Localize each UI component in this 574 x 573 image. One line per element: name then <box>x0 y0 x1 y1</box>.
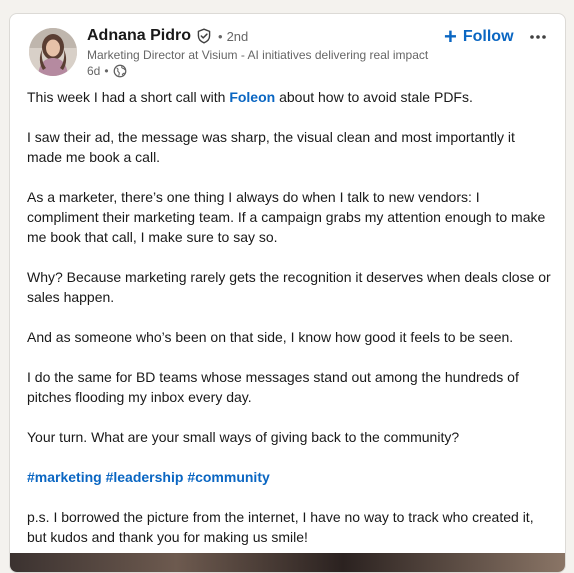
post-paragraph: As a marketer, there’s one thing I alway… <box>27 189 546 245</box>
post-paragraph: p.s. I borrowed the picture from the int… <box>27 509 534 545</box>
post-paragraph: I do the same for BD teams whose message… <box>27 369 519 405</box>
post-paragraph: I saw their ad, the message was sharp, t… <box>27 129 515 165</box>
more-options-button[interactable] <box>526 25 550 49</box>
hashtag-link[interactable]: #leadership <box>106 469 184 485</box>
company-mention-link[interactable]: Foleon <box>229 89 275 105</box>
post-text: This week I had a short call with <box>27 89 230 105</box>
post-paragraph: And as someone who’s been on that side, … <box>27 329 514 345</box>
post-paragraph: This week I had a short call with Foleon… <box>27 87 552 107</box>
post-paragraph: Your turn. What are your small ways of g… <box>27 429 460 445</box>
follow-label: Follow <box>462 28 514 45</box>
connection-degree: 2nd <box>226 28 249 44</box>
follow-button[interactable]: + Follow <box>440 26 518 48</box>
globe-icon <box>113 64 127 78</box>
author-avatar[interactable] <box>29 28 77 76</box>
post-time: 6d <box>87 64 101 78</box>
post-header: Adnana Pidro • 2nd Marketing Director at… <box>10 14 565 84</box>
hashtag-row: #marketing #leadership #community <box>27 467 552 487</box>
more-horizontal-icon <box>530 35 546 39</box>
post-text: about how to avoid stale PDFs. <box>275 89 473 105</box>
hashtag-link[interactable]: #community <box>187 469 269 485</box>
post-image[interactable] <box>10 553 565 572</box>
plus-icon: + <box>444 24 457 49</box>
post-paragraph: Why? Because marketing rarely gets the r… <box>27 269 551 305</box>
author-name[interactable]: Adnana Pidro <box>87 27 191 45</box>
feed-post-card: Adnana Pidro • 2nd Marketing Director at… <box>9 13 566 573</box>
separator-dot: • <box>218 28 223 44</box>
avatar-photo <box>29 28 77 76</box>
author-headline: Marketing Director at Visium - AI initia… <box>87 48 429 62</box>
post-meta: 6d • <box>87 64 127 78</box>
author-name-row: Adnana Pidro • 2nd <box>87 27 248 45</box>
separator-dot: • <box>104 64 109 78</box>
verified-shield-icon <box>196 28 212 44</box>
hashtag-link[interactable]: #marketing <box>27 469 102 485</box>
post-body: This week I had a short call with Foleon… <box>27 87 552 567</box>
